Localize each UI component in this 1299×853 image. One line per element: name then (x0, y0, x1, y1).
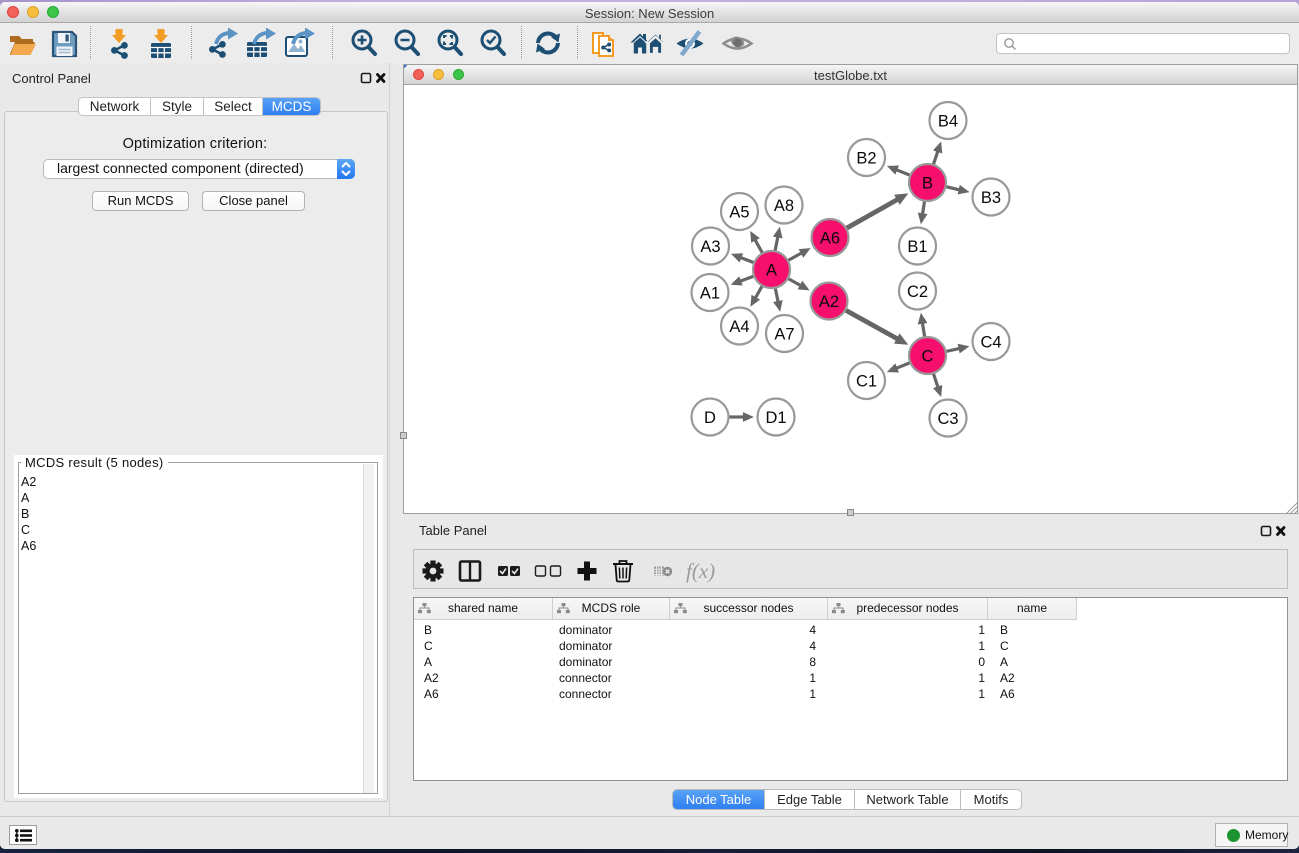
svg-text:A7: A7 (774, 326, 794, 344)
svg-text:B1: B1 (907, 238, 927, 256)
svg-text:A3: A3 (700, 238, 720, 256)
svg-text:A: A (766, 262, 777, 280)
svg-text:B: B (922, 175, 933, 193)
svg-text:C1: C1 (856, 373, 877, 391)
svg-text:A1: A1 (700, 285, 720, 303)
svg-text:f(x): f(x) (686, 559, 715, 583)
svg-text:B2: B2 (856, 150, 876, 168)
svg-text:C2: C2 (907, 283, 928, 301)
svg-text:A2: A2 (819, 293, 839, 311)
svg-text:C3: C3 (937, 410, 958, 428)
svg-text:C4: C4 (980, 334, 1001, 352)
svg-text:D: D (704, 409, 716, 427)
svg-text:C: C (922, 348, 934, 366)
svg-text:B3: B3 (981, 189, 1001, 207)
svg-text:B4: B4 (938, 113, 958, 131)
svg-text:A8: A8 (774, 197, 794, 215)
svg-text:D1: D1 (765, 409, 786, 427)
svg-text:A4: A4 (729, 318, 749, 336)
svg-text:A5: A5 (729, 204, 749, 222)
svg-text:A6: A6 (820, 230, 840, 248)
